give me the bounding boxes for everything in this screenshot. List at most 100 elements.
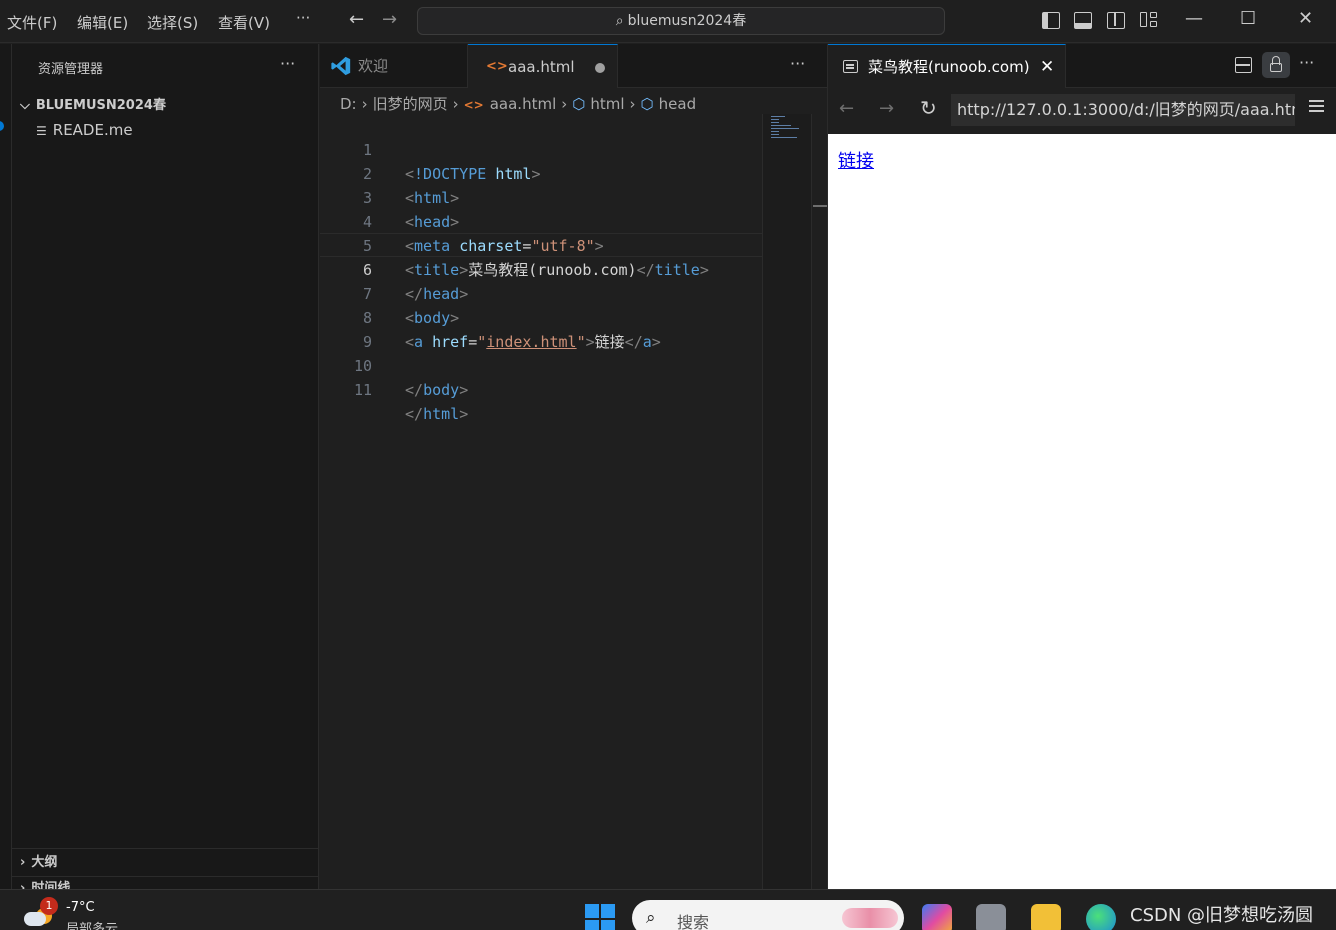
close-window-button[interactable]: ✕	[1298, 8, 1313, 29]
timeline-label: 时间线	[31, 881, 71, 889]
chevron-right-icon: ›	[629, 95, 636, 113]
chevron-right-icon: ›	[452, 95, 459, 113]
hamburger-menu-icon[interactable]	[1309, 100, 1324, 102]
outline-section[interactable]: › 大纲	[12, 848, 318, 876]
code-line: 9	[320, 306, 762, 351]
command-center-search[interactable]: ⌕ bluemusn2024春	[417, 7, 945, 35]
tab-aaa-html[interactable]: <> aaa.html	[468, 44, 618, 88]
folder-root[interactable]: ⌵ BLUEMUSN2024春	[20, 94, 166, 113]
menu-more-button[interactable]: ···	[296, 9, 310, 27]
search-icon: ⌕	[615, 13, 624, 29]
chevron-right-icon: ›	[20, 881, 26, 889]
browser-preview: 菜鸟教程(runoob.com) ✕ ··· ← → ↻ http://127.…	[827, 44, 1336, 889]
lock-body	[1270, 63, 1282, 72]
file-explorer-app-icon[interactable]	[1031, 904, 1061, 930]
symbol-element-icon: ⬡	[640, 95, 654, 113]
taskbar-search-box[interactable]: ⌕ 搜索	[632, 900, 904, 930]
edge-browser-app-icon[interactable]	[1086, 904, 1116, 930]
windows-start-icon[interactable]	[585, 904, 615, 930]
toggle-primary-sidebar-icon[interactable]	[1042, 12, 1060, 29]
minimize-button[interactable]: —	[1185, 8, 1203, 29]
chevron-down-icon: ⌵	[20, 98, 30, 113]
browser-forward-button[interactable]: →	[879, 98, 894, 119]
breadcrumb: D: › 旧梦的网页 › <> aaa.html › ⬡ html › ⬡ head	[340, 93, 696, 114]
menu-view[interactable]: 查看(V)	[218, 12, 270, 33]
notification-badge: 1	[40, 897, 58, 915]
editor-scrollbar[interactable]	[811, 114, 827, 889]
editor-group: 欢迎 <> aaa.html ··· D: › 旧梦的网页 › <> aaa.html › ⬡…	[320, 44, 827, 889]
title-bar: 文件(F) 编辑(E) 选择(S) 查看(V) ··· ← → ⌕ bluemus…	[0, 0, 1336, 43]
split-editor-icon[interactable]	[1235, 57, 1252, 73]
symbol-element-icon: ⬡	[572, 95, 586, 113]
unsaved-dot-icon[interactable]	[595, 63, 605, 73]
preview-more-button[interactable]: ···	[1299, 53, 1314, 72]
line-number: 11	[353, 381, 372, 399]
close-icon[interactable]: ✕	[1040, 45, 1054, 89]
address-bar[interactable]: http://127.0.0.1:3000/d:/旧梦的网页/aaa.html	[951, 94, 1295, 126]
minimap-line	[771, 131, 779, 132]
html-file-icon: <>	[486, 59, 508, 74]
chevron-right-icon: ›	[561, 95, 568, 113]
code-editor[interactable]: 1 <!DOCTYPE html> 2 <html> 3 <head> 4 <m…	[320, 114, 762, 889]
explorer-more-button[interactable]: ···	[280, 54, 295, 73]
toggle-secondary-sidebar-icon[interactable]	[1107, 12, 1125, 29]
code-line: 4 <meta charset="utf-8">	[320, 186, 762, 255]
breadcrumb-head[interactable]: head	[659, 95, 696, 113]
browser-page-icon	[843, 60, 858, 73]
temperature-text[interactable]: -7°C	[66, 900, 95, 915]
markdown-file-icon: ☰	[36, 124, 47, 138]
code-line: 5 <title>菜鸟教程(runoob.com)</title>	[320, 210, 762, 279]
menu-selection[interactable]: 选择(S)	[147, 12, 198, 33]
tab-welcome[interactable]: 欢迎	[320, 44, 468, 88]
toggle-panel-icon[interactable]	[1074, 12, 1092, 29]
minimap-line	[771, 116, 785, 117]
menu-file[interactable]: 文件(F)	[7, 12, 57, 33]
weather-condition-text[interactable]: 局部多云	[66, 918, 118, 930]
minimap[interactable]	[762, 114, 811, 889]
timeline-section[interactable]: › 时间线	[12, 876, 318, 889]
code-token: body	[423, 381, 460, 399]
task-view-app-icon[interactable]	[976, 904, 1006, 930]
arrow-left-icon[interactable]: ←	[349, 9, 364, 30]
arrow-right-icon[interactable]: →	[382, 9, 397, 30]
reload-button[interactable]: ↻	[920, 96, 937, 120]
tab-preview[interactable]: 菜鸟教程(runoob.com) ✕	[828, 44, 1066, 88]
cloud-shape	[24, 912, 46, 926]
file-item-readme[interactable]: ☰ READE.me	[36, 121, 133, 139]
breadcrumb-file[interactable]: aaa.html	[490, 95, 557, 113]
code-line: 10 </body>	[320, 330, 762, 399]
chevron-right-icon: ›	[20, 855, 26, 870]
activity-bar	[0, 44, 12, 889]
minimap-line	[771, 128, 799, 129]
breadcrumb-html[interactable]: html	[590, 95, 624, 113]
search-text: bluemusn2024春	[627, 13, 747, 29]
code-line: 8 <a href="index.html">链接</a>	[320, 282, 762, 351]
menu-edit[interactable]: 编辑(E)	[77, 12, 128, 33]
minimap-line	[771, 122, 779, 123]
code-line-active: 6 </head>	[320, 233, 762, 303]
minimap-line	[771, 125, 791, 126]
editor-more-button[interactable]: ···	[790, 54, 805, 73]
customize-layout-icon[interactable]	[1140, 12, 1158, 29]
copilot-app-icon[interactable]	[922, 904, 952, 930]
csdn-watermark: CSDN @旧梦想吃汤圆	[1130, 905, 1314, 926]
tab-aaa-label: aaa.html	[508, 58, 575, 76]
taskbar-search-placeholder: 搜索	[677, 913, 710, 930]
breadcrumb-folder[interactable]: 旧梦的网页	[373, 95, 448, 113]
search-highlight-image	[842, 908, 898, 928]
preview-tab-bar: 菜鸟教程(runoob.com) ✕ ···	[828, 44, 1336, 88]
minimap-line	[771, 119, 779, 120]
breadcrumb-drive[interactable]: D:	[340, 95, 357, 113]
folder-root-label: BLUEMUSN2024春	[35, 98, 166, 113]
minimap-line	[771, 134, 779, 135]
tab-welcome-label: 欢迎	[358, 57, 389, 75]
chevron-right-icon: ›	[361, 95, 368, 113]
page-link[interactable]: 链接	[838, 147, 874, 173]
app-window: 文件(F) 编辑(E) 选择(S) 查看(V) ··· ← → ⌕ bluemus…	[0, 0, 1336, 930]
lock-group-button[interactable]	[1262, 52, 1290, 78]
code-line: 3 <head>	[320, 162, 762, 231]
file-label: READE.me	[52, 121, 133, 139]
maximize-button[interactable]: ☐	[1240, 8, 1256, 29]
outline-label: 大纲	[31, 855, 58, 870]
browser-back-button[interactable]: ←	[839, 98, 854, 119]
